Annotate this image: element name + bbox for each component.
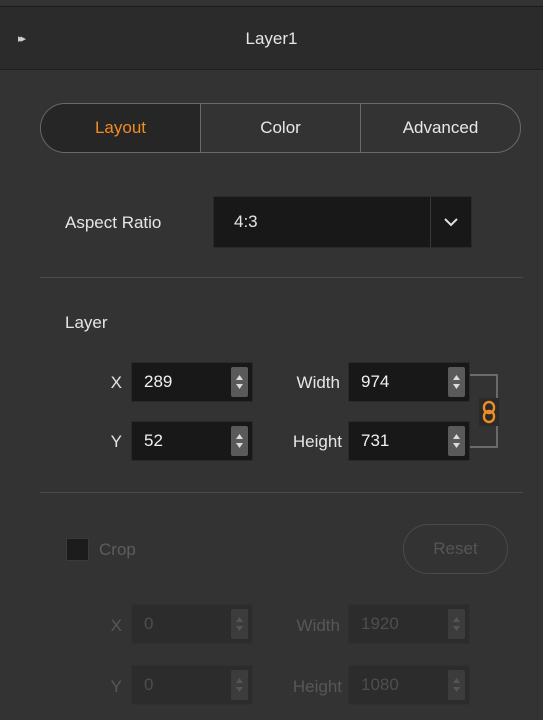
layer-height-field[interactable]: 731 (348, 421, 470, 461)
up-down-arrows-icon[interactable] (448, 367, 465, 397)
layer-width-label: Width (296, 373, 340, 392)
crop-x-label: X (110, 616, 122, 635)
crop-width-value: 1920 (361, 614, 399, 633)
chain-link-icon[interactable] (479, 398, 499, 426)
aspect-ratio-value: 4:3 (234, 212, 258, 231)
layer-x-label: X (110, 373, 122, 392)
crop-height-label: Height (292, 677, 342, 696)
layer-height-value: 731 (361, 431, 390, 450)
crop-x-value: 0 (144, 614, 154, 633)
up-down-arrows-icon[interactable] (448, 426, 465, 456)
tab-bar: Layout Color Advanced (40, 103, 521, 153)
tab-layout[interactable]: Layout (41, 104, 200, 152)
crop-y-value: 0 (144, 675, 154, 694)
crop-width-field[interactable]: 1920 (348, 604, 470, 644)
tab-advanced[interactable]: Advanced (360, 104, 520, 152)
crop-y-field[interactable]: 0 (131, 665, 253, 705)
crop-height-value: 1080 (361, 675, 399, 694)
layer-height-label: Height (292, 432, 342, 451)
layer-y-label: Y (110, 432, 122, 451)
layer-width-value: 974 (361, 372, 390, 391)
up-down-arrows-icon[interactable] (231, 670, 248, 700)
crop-label: Crop (99, 540, 136, 559)
crop-x-field[interactable]: 0 (131, 604, 253, 644)
layer-section-label: Layer (65, 313, 108, 332)
chevron-down-icon[interactable] (430, 197, 471, 247)
section-divider (40, 492, 523, 493)
layer-x-field[interactable]: 289 (131, 362, 253, 402)
panel-header: ▸▸ Layer1 (0, 6, 543, 70)
up-down-arrows-icon[interactable] (448, 609, 465, 639)
reset-button[interactable]: Reset (403, 524, 508, 574)
layer-width-field[interactable]: 974 (348, 362, 470, 402)
up-down-arrows-icon[interactable] (231, 609, 248, 639)
layer-y-value: 52 (144, 431, 163, 450)
tab-color[interactable]: Color (200, 104, 360, 152)
up-down-arrows-icon[interactable] (231, 367, 248, 397)
link-bracket-bottom (470, 426, 498, 448)
link-bracket-top (470, 374, 498, 398)
aspect-ratio-label: Aspect Ratio (65, 213, 162, 232)
panel-title: Layer1 (245, 29, 298, 48)
up-down-arrows-icon[interactable] (231, 426, 248, 456)
section-divider (40, 277, 523, 278)
crop-height-field[interactable]: 1080 (348, 665, 470, 705)
up-down-arrows-icon[interactable] (448, 670, 465, 700)
aspect-ratio-select[interactable]: 4:3 (213, 196, 472, 248)
crop-y-label: Y (110, 677, 122, 696)
crop-checkbox[interactable] (66, 538, 89, 561)
crop-width-label: Width (296, 616, 340, 635)
layer-y-field[interactable]: 52 (131, 421, 253, 461)
layer-x-value: 289 (144, 372, 173, 391)
layer-properties-panel: ▸▸ Layer1 Layout Color Advanced Aspect R… (0, 0, 543, 720)
